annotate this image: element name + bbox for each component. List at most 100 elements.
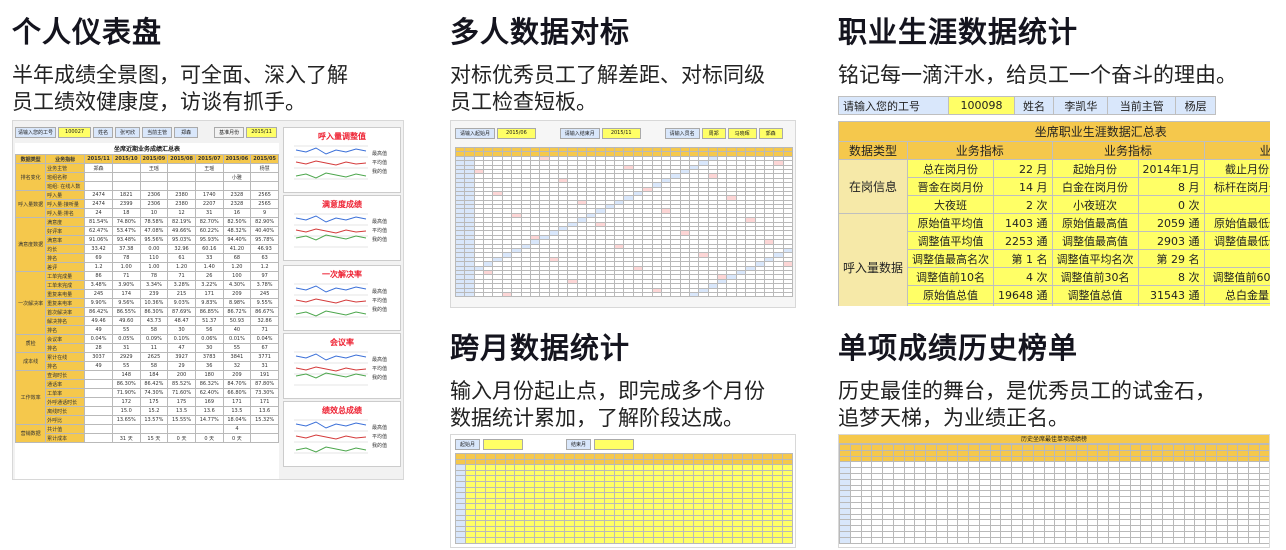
table-cell [595,291,606,298]
table-cell: 班组: 在线人数 [45,181,86,191]
table-cell: 71 [167,271,196,281]
table-cell [222,163,252,173]
id-value[interactable]: 100098 [948,96,1015,115]
section-career: 职业生涯数据统计 铭记每一滴汗水，给员工一个奋斗的理由。 [838,14,1278,89]
table-cell: 2328 [222,190,252,200]
table-cell: 28 [84,343,113,353]
table-cell [84,379,113,389]
table-cell: 82.90% [250,217,279,227]
section-title: 单项成绩历史榜单 [838,331,1079,365]
metric-label: 现役白金总排名 [1203,303,1270,306]
table-cell: 86.30% [111,379,141,389]
table-cell [1226,536,1239,544]
end-value[interactable]: 2015/11 [601,128,641,139]
table-cell [653,536,665,544]
table-cell: 91.06% [84,235,113,245]
metric-value: 31543 通 [1137,285,1205,304]
table-cell: 74.30% [139,388,169,398]
table-cell [557,291,569,298]
table-cell [682,536,694,544]
table-cell [1043,536,1056,544]
table-cell: 3.22% [194,280,224,290]
row-group-label: 一次解决率 [14,271,47,335]
table-row: 外呼通话时长 172 175 175 169 171 171 [16,397,279,407]
id-label: 请输入您的工号 [15,127,57,138]
table-row: 排名 69 78 110 61 33 68 63 [16,253,279,263]
table-row: 排名变化 业务主管 郑森 王瑶 王瑶 杨慧 [14,163,279,191]
table-cell [1194,536,1207,544]
month-value[interactable]: 2015/11 [246,127,277,138]
table-cell: 171 [250,397,279,407]
table-cell: 37.38 [111,244,141,254]
table-title: 坐席近期业务成绩汇总表 [113,146,180,153]
legend-item: 平均值 [372,160,388,166]
table-cell: 24 [84,208,113,218]
table-cell [455,536,466,544]
table-cell [250,172,279,182]
metric-label: 原始值平均值 [907,213,995,232]
metric-label: 原始值最高值 [1051,213,1139,232]
metric-label [1203,195,1270,214]
table-cell [1172,536,1185,544]
table-cell [712,536,724,544]
table-row: 差评 1.2 1.00 1.00 1.20 1.40 1.20 1.2 [16,262,279,272]
row-group-label: 营销数据 [14,424,47,443]
metric-label: 调整值前10名 [907,267,995,286]
table-cell: 13.6 [250,406,279,416]
table-cell: 1740 [194,190,224,200]
chart-title: 会议率 [330,338,354,347]
metric-value: 2014年1月 [1137,159,1205,178]
name-value-2[interactable]: 马晓晖 [727,128,757,139]
table-cell: 40.40% [250,226,279,236]
table-cell: 86.30% [139,307,169,317]
table-cell: 82.19% [167,217,196,227]
section-desc-line1: 对标优秀员工了解差距、对标同级 [450,63,765,87]
table-cell: 245 [84,289,113,299]
table-cell [989,536,1002,544]
table-cell [514,536,526,544]
name-value-1[interactable]: 周郑 [701,128,726,139]
end-input[interactable] [594,439,635,450]
table-cell: 重复来电量 [45,289,86,299]
col-header: 2015/06 [222,154,252,164]
table-cell: 18.04% [222,415,252,425]
table-cell: 业务主管 [45,163,86,173]
table-cell [524,536,536,544]
mini-chart: 会议率 最高值 平均值 我的值 [283,333,401,399]
table-cell: 1821 [111,190,141,200]
name-value-3[interactable]: 郭森 [758,128,783,139]
start-value[interactable]: 2015/06 [497,128,536,139]
table-cell [84,433,113,443]
table-cell: 郑森 [84,163,113,173]
metric-value: 8 次 [1137,267,1205,286]
table-cell: 100 [222,271,252,281]
table-cell [717,291,728,298]
section-desc-line1: 输入月份起止点，即完成多个月份 [450,379,765,403]
table-cell [643,536,655,544]
start-input[interactable] [483,439,524,450]
table-cell: 175 [139,397,169,407]
table-cell: 32.86 [250,316,279,326]
table-cell: 94.40% [222,235,252,245]
table-cell: 53.47% [111,226,141,236]
compare-header: 请输入起始月 2015/06 请输入结束月 2015/11 请输入员名 周郑 马… [455,128,783,139]
mini-chart: 满意度成绩 最高值 平均值 我的值 [283,195,401,261]
table-cell [473,291,485,298]
metric-label: 小夜班次 [1051,195,1139,214]
table-cell: 71 [111,271,141,281]
table-cell [84,397,113,407]
table-row: 在岗信息总在岗月份22 月起始月份2014年1月截止月份2015年11月 [838,159,1270,214]
table-cell [957,536,970,544]
table-cell: 200 [167,370,196,380]
table-cell: 60.22% [194,226,224,236]
table-cell [722,536,734,544]
id-value[interactable]: 100027 [58,127,92,138]
table-cell [1118,536,1131,544]
table-cell: 61 [167,253,196,263]
mini-chart: 一次解决率 最高值 平均值 我的值 [283,265,401,331]
table-cell [84,424,113,434]
table-cell: 86.42% [84,307,113,317]
start-label: 请输入起始月 [455,128,496,139]
table-cell: 95.78% [250,235,279,245]
career-thumbnail: 请输入您的工号 100098 姓名 李凯华 当前主管 杨层 坐席职业生涯数据汇总… [838,96,1270,306]
